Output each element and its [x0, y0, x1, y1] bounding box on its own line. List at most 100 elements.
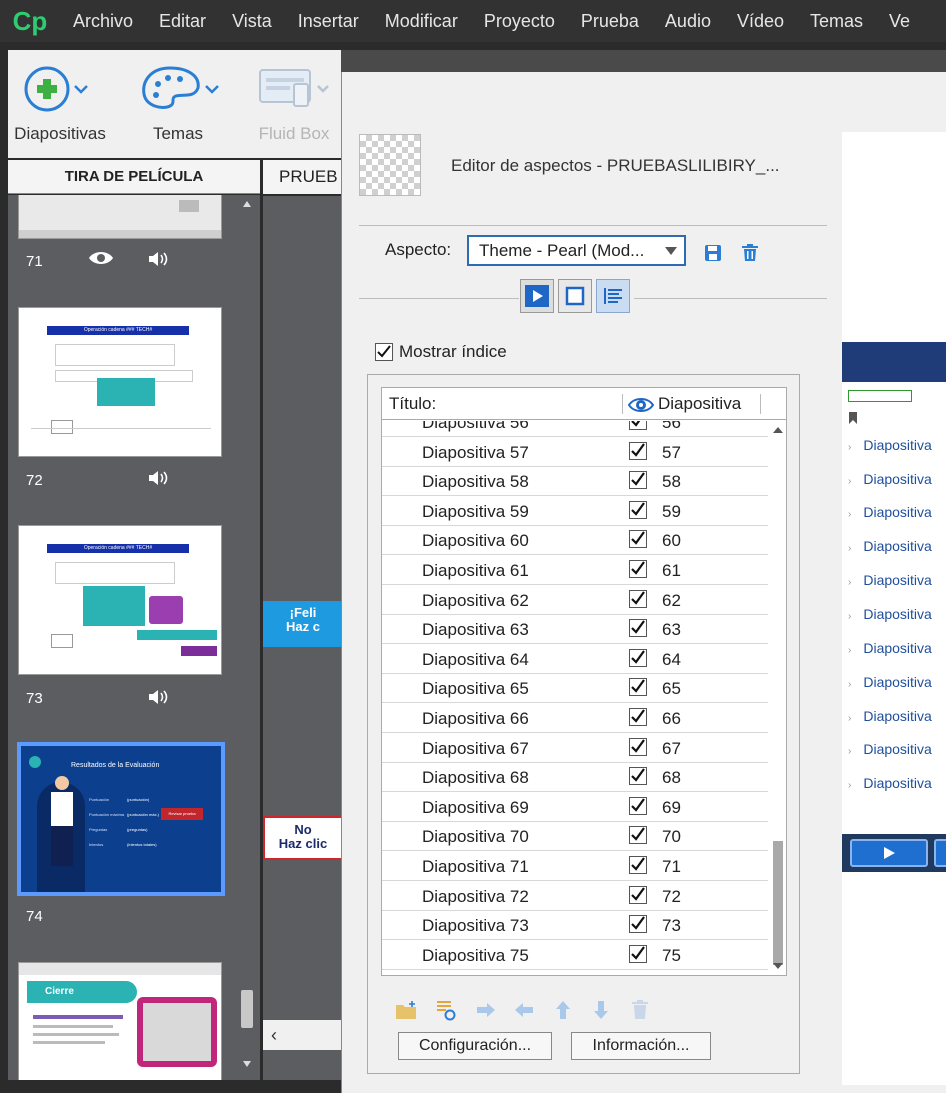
- speaker-icon[interactable]: [148, 470, 170, 486]
- menu-audio[interactable]: Audio: [652, 0, 724, 42]
- toc-row-visible-checkbox[interactable]: [629, 619, 647, 638]
- toc-row-title[interactable]: Diapositiva 63: [422, 620, 529, 640]
- toc-row-title[interactable]: Diapositiva 62: [422, 591, 529, 611]
- slide-thumb-71[interactable]: [18, 195, 222, 239]
- speaker-icon[interactable]: [148, 689, 170, 705]
- toc-row-title[interactable]: Diapositiva 66: [422, 709, 529, 729]
- toc-row[interactable]: Diapositiva 56 56: [382, 421, 768, 437]
- delete-entry-button[interactable]: [629, 999, 651, 1021]
- slide-thumb-72[interactable]: Operación cadena ### TECH#: [18, 307, 222, 457]
- tab-toc[interactable]: [596, 279, 630, 313]
- slides-button[interactable]: Diapositivas: [10, 58, 110, 144]
- move-left-button[interactable]: [513, 999, 535, 1021]
- tab-project[interactable]: PRUEB: [263, 160, 343, 194]
- move-down-button[interactable]: [590, 999, 612, 1021]
- scrollbar-thumb[interactable]: [241, 990, 253, 1028]
- toc-row[interactable]: Diapositiva 71 71: [382, 851, 768, 881]
- slide-thumb-74[interactable]: Resultados de la Evaluación Revisar prue…: [17, 742, 225, 896]
- toc-row[interactable]: Diapositiva 73 73: [382, 910, 768, 941]
- tab-playback-controls[interactable]: [520, 279, 554, 313]
- toc-row-title[interactable]: Diapositiva 57: [422, 443, 529, 463]
- toc-row-visible-checkbox[interactable]: [629, 441, 647, 460]
- toc-row-title[interactable]: Diapositiva 64: [422, 650, 529, 670]
- toc-row-title[interactable]: Diapositiva 65: [422, 679, 529, 699]
- scrollbar-thumb[interactable]: [773, 841, 783, 965]
- eye-icon[interactable]: [628, 396, 654, 414]
- themes-button[interactable]: Temas: [133, 58, 223, 144]
- show-index-checkbox[interactable]: [375, 343, 393, 361]
- toc-row[interactable]: Diapositiva 65 65: [382, 673, 768, 704]
- save-skin-button[interactable]: [702, 242, 724, 264]
- toc-row-title[interactable]: Diapositiva 70: [422, 827, 529, 847]
- toc-row[interactable]: Diapositiva 75 75: [382, 940, 768, 970]
- menu-vista[interactable]: Vista: [219, 0, 285, 42]
- scroll-down-icon[interactable]: [773, 963, 783, 969]
- toc-row[interactable]: Diapositiva 61 61: [382, 555, 768, 585]
- menu-editar[interactable]: Editar: [146, 0, 219, 42]
- move-right-button[interactable]: [475, 999, 497, 1021]
- toc-row[interactable]: Diapositiva 59 59: [382, 496, 768, 526]
- menu-prueba[interactable]: Prueba: [568, 0, 652, 42]
- speaker-icon[interactable]: [148, 251, 170, 267]
- toc-row-visible-checkbox[interactable]: [629, 530, 647, 549]
- menu-temas[interactable]: Temas: [797, 0, 876, 42]
- toc-row[interactable]: Diapositiva 66 66: [382, 703, 768, 733]
- toc-row[interactable]: Diapositiva 63 63: [382, 614, 768, 645]
- toc-row-title[interactable]: Diapositiva 60: [422, 531, 529, 551]
- toc-row-visible-checkbox[interactable]: [629, 648, 647, 667]
- toc-scrollbar[interactable]: [769, 421, 786, 975]
- toc-row[interactable]: Diapositiva 64 64: [382, 644, 768, 674]
- toc-row[interactable]: Diapositiva 70 70: [382, 821, 768, 852]
- toc-row-title[interactable]: Diapositiva 73: [422, 916, 529, 936]
- menu-proyecto[interactable]: Proyecto: [471, 0, 568, 42]
- toc-row-visible-checkbox[interactable]: [629, 915, 647, 934]
- delete-skin-button[interactable]: [739, 242, 761, 264]
- toc-row[interactable]: Diapositiva 62 62: [382, 585, 768, 615]
- eye-icon[interactable]: [88, 249, 114, 267]
- toc-row[interactable]: Diapositiva 68 68: [382, 762, 768, 793]
- toc-row-visible-checkbox[interactable]: [629, 826, 647, 845]
- toc-row[interactable]: Diapositiva 69 69: [382, 792, 768, 822]
- info-button[interactable]: Información...: [571, 1032, 711, 1060]
- toc-row[interactable]: Diapositiva 60 60: [382, 525, 768, 556]
- config-button[interactable]: Configuración...: [398, 1032, 552, 1060]
- menu-video[interactable]: Vídeo: [724, 0, 797, 42]
- tab-borders[interactable]: [558, 279, 592, 313]
- slide-thumb-75[interactable]: Cierre: [18, 962, 222, 1080]
- move-up-button[interactable]: [552, 999, 574, 1021]
- toc-row-visible-checkbox[interactable]: [629, 589, 647, 608]
- menu-archivo[interactable]: Archivo: [60, 0, 146, 42]
- toc-row-visible-checkbox[interactable]: [629, 737, 647, 756]
- toc-row-title[interactable]: Diapositiva 72: [422, 887, 529, 907]
- fluidbox-button[interactable]: Fluid Box: [254, 58, 334, 144]
- stage-scroll-left-button[interactable]: ‹: [263, 1020, 343, 1050]
- slide-thumb-73[interactable]: Operación cadena ### TECH#: [18, 525, 222, 675]
- toc-row-visible-checkbox[interactable]: [629, 708, 647, 726]
- toc-row-title[interactable]: Diapositiva 58: [422, 472, 529, 492]
- toc-row-title[interactable]: Diapositiva 71: [422, 857, 529, 877]
- toc-row-visible-checkbox[interactable]: [629, 767, 647, 786]
- dialog-titlebar[interactable]: [341, 50, 946, 72]
- scroll-up-icon[interactable]: [773, 427, 783, 433]
- add-folder-button[interactable]: [395, 999, 417, 1021]
- toc-row-title[interactable]: Diapositiva 61: [422, 561, 529, 581]
- toc-row-visible-checkbox[interactable]: [629, 885, 647, 904]
- toc-row[interactable]: Diapositiva 72 72: [382, 881, 768, 911]
- toc-row-title[interactable]: Diapositiva 67: [422, 739, 529, 759]
- toc-row-visible-checkbox[interactable]: [629, 471, 647, 490]
- toc-row-visible-checkbox[interactable]: [629, 678, 647, 697]
- toc-row[interactable]: Diapositiva 58 58: [382, 466, 768, 497]
- toc-row-title[interactable]: Diapositiva 68: [422, 768, 529, 788]
- toc-row-visible-checkbox[interactable]: [629, 560, 647, 578]
- toc-row-visible-checkbox[interactable]: [629, 856, 647, 874]
- toc-row-title[interactable]: Diapositiva 59: [422, 502, 529, 522]
- refresh-toc-button[interactable]: [435, 999, 457, 1021]
- menu-ventana[interactable]: Ve: [876, 0, 923, 42]
- toc-row[interactable]: Diapositiva 67 67: [382, 733, 768, 763]
- toc-row-visible-checkbox[interactable]: [629, 944, 647, 963]
- toc-row-visible-checkbox[interactable]: [629, 421, 647, 430]
- filmstrip-scrollbar[interactable]: [238, 195, 258, 1080]
- toc-row-visible-checkbox[interactable]: [629, 500, 647, 519]
- toc-row[interactable]: Diapositiva 57 57: [382, 437, 768, 467]
- toc-row-title[interactable]: Diapositiva 75: [422, 946, 529, 966]
